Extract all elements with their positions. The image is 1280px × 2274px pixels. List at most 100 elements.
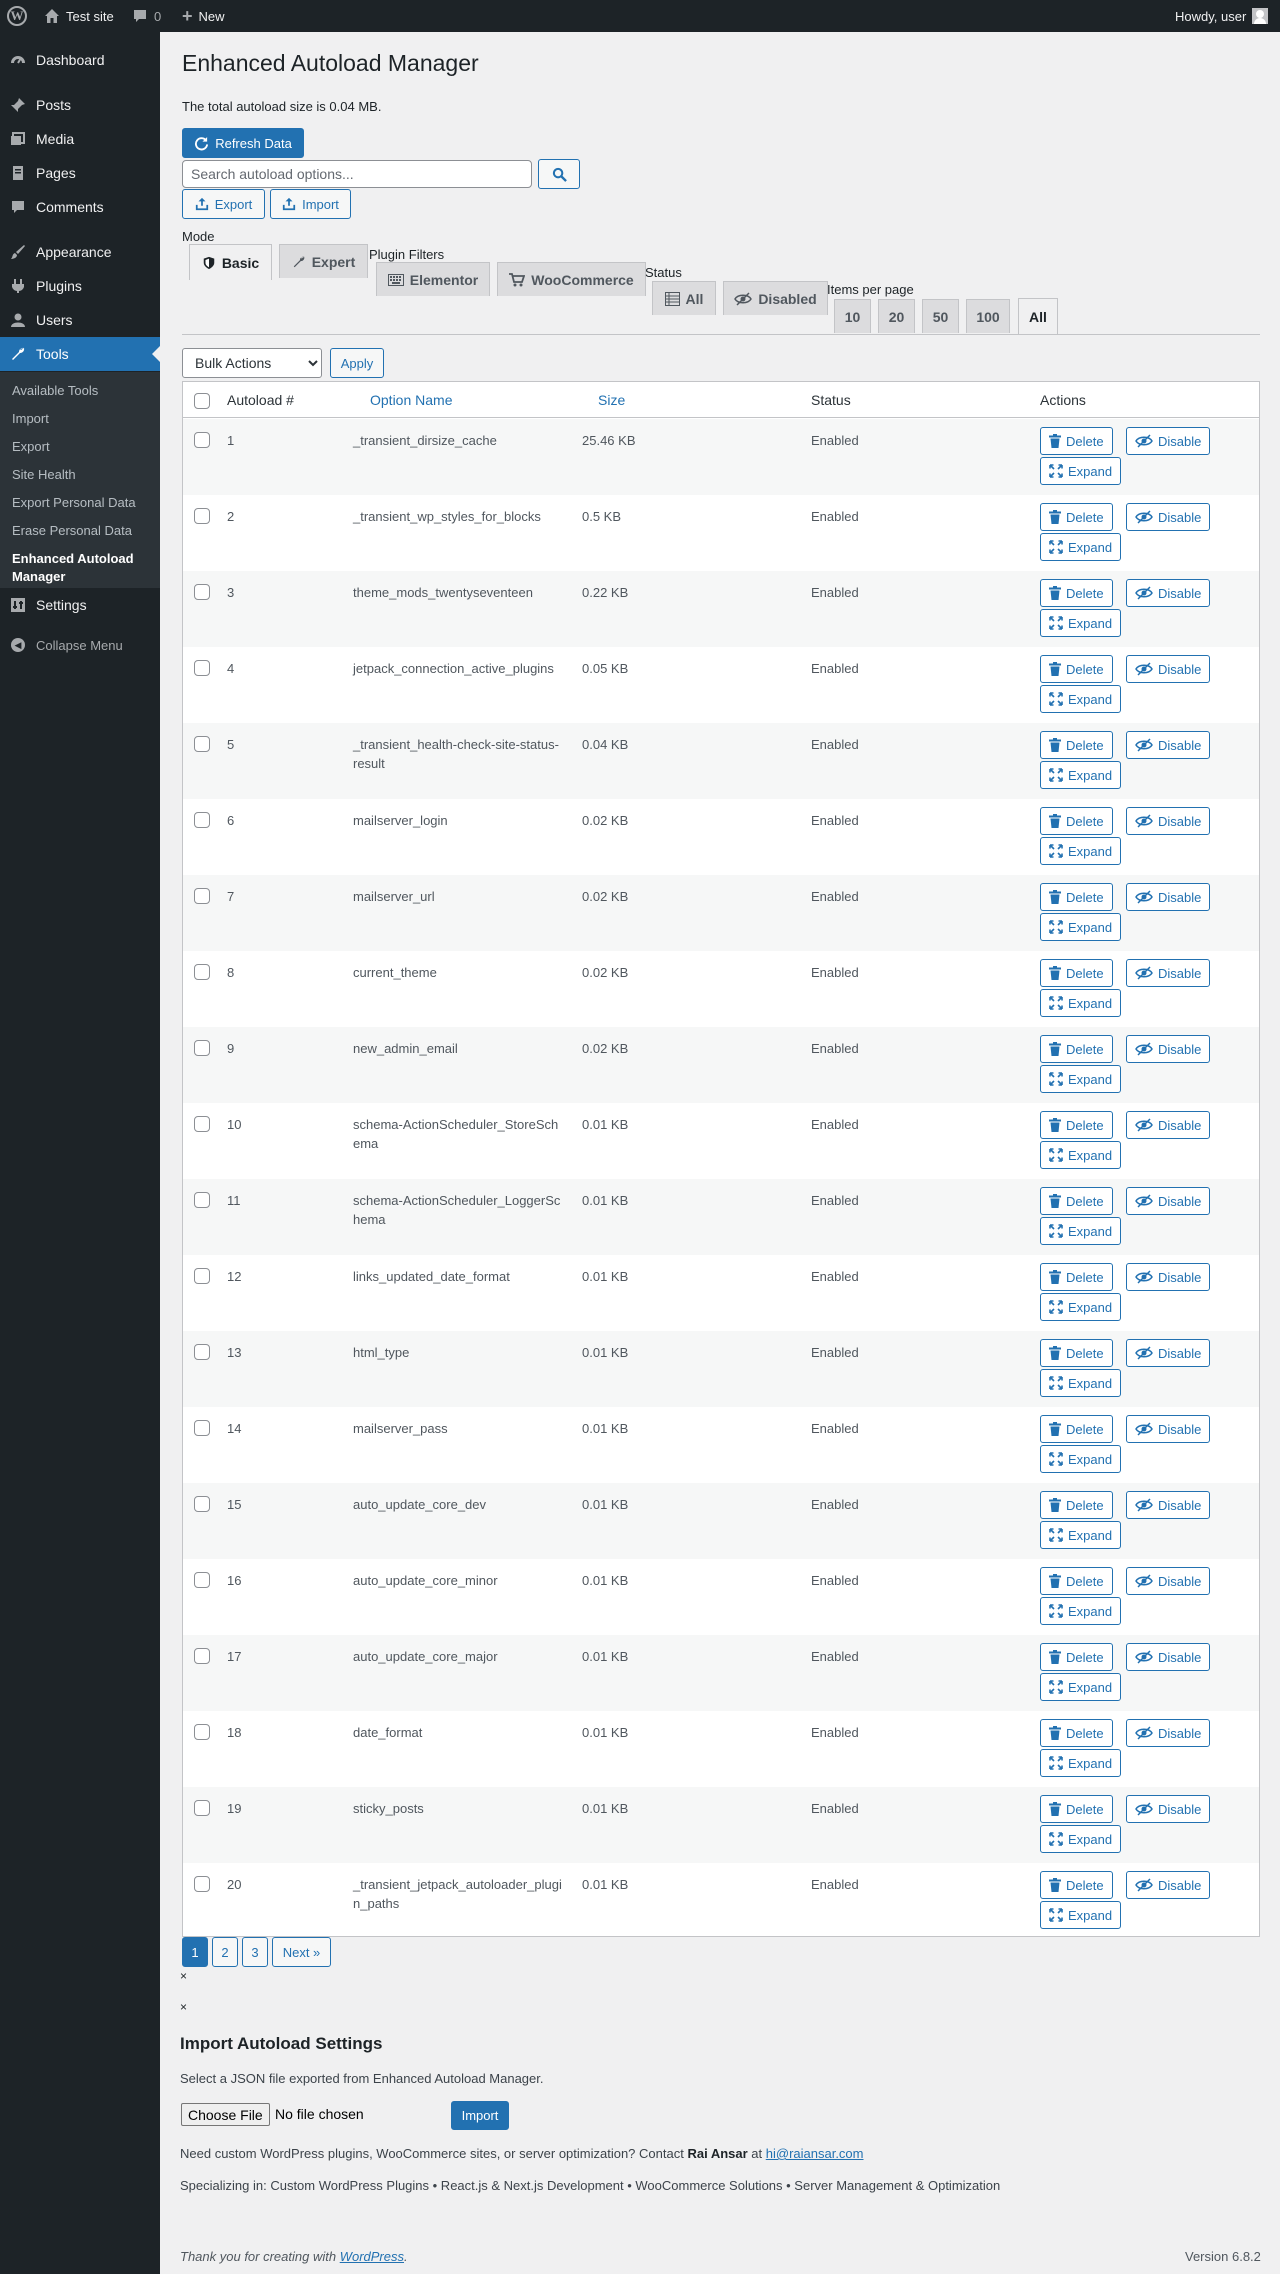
row-checkbox[interactable] — [194, 736, 210, 752]
menu-appearance[interactable]: Appearance — [0, 235, 160, 269]
export-button[interactable]: Export — [182, 189, 265, 219]
row-checkbox[interactable] — [194, 660, 210, 676]
disable-button[interactable]: Disable — [1126, 1643, 1211, 1671]
menu-users[interactable]: Users — [0, 303, 160, 337]
disable-button[interactable]: Disable — [1126, 1795, 1211, 1823]
close-icon[interactable]: × — [180, 1969, 187, 1983]
submenu-export-personal-data[interactable]: Export Personal Data — [12, 494, 152, 512]
disable-button[interactable]: Disable — [1126, 1111, 1211, 1139]
search-input[interactable] — [182, 160, 532, 188]
comments-link[interactable]: 0 — [132, 0, 161, 32]
row-checkbox[interactable] — [194, 584, 210, 600]
delete-button[interactable]: Delete — [1040, 1263, 1113, 1291]
expand-button[interactable]: Expand — [1040, 1065, 1122, 1093]
disable-button[interactable]: Disable — [1126, 1187, 1211, 1215]
expand-button[interactable]: Expand — [1040, 1141, 1122, 1169]
tab-mode-expert[interactable]: Expert — [279, 244, 368, 278]
expand-button[interactable]: Expand — [1040, 1597, 1122, 1625]
row-checkbox[interactable] — [194, 964, 210, 980]
disable-button[interactable]: Disable — [1126, 579, 1211, 607]
disable-button[interactable]: Disable — [1126, 1491, 1211, 1519]
submenu-enhanced-autoload-manager[interactable]: Enhanced Autoload Manager — [12, 550, 147, 586]
new-content-link[interactable]: + New — [182, 0, 225, 32]
expand-button[interactable]: Expand — [1040, 1445, 1122, 1473]
menu-tools[interactable]: Tools — [0, 337, 160, 371]
row-checkbox[interactable] — [194, 1572, 210, 1588]
disable-button[interactable]: Disable — [1126, 1035, 1211, 1063]
delete-button[interactable]: Delete — [1040, 1491, 1113, 1519]
page-2-button[interactable]: 2 — [212, 1937, 238, 1967]
row-checkbox[interactable] — [194, 1876, 210, 1892]
disable-button[interactable]: Disable — [1126, 1871, 1211, 1899]
expand-button[interactable]: Expand — [1040, 1369, 1122, 1397]
row-checkbox[interactable] — [194, 1268, 210, 1284]
row-checkbox[interactable] — [194, 1116, 210, 1132]
expand-button[interactable]: Expand — [1040, 1825, 1122, 1853]
wordpress-logo-icon[interactable]: W — [7, 0, 27, 32]
row-checkbox[interactable] — [194, 812, 210, 828]
row-checkbox[interactable] — [194, 1648, 210, 1664]
disable-button[interactable]: Disable — [1126, 1719, 1211, 1747]
expand-button[interactable]: Expand — [1040, 1749, 1122, 1777]
delete-button[interactable]: Delete — [1040, 1719, 1113, 1747]
import-file-button[interactable]: Import — [451, 2101, 509, 2130]
delete-button[interactable]: Delete — [1040, 731, 1113, 759]
disable-button[interactable]: Disable — [1126, 503, 1211, 531]
delete-button[interactable]: Delete — [1040, 1871, 1113, 1899]
disable-button[interactable]: Disable — [1126, 1415, 1211, 1443]
disable-button[interactable]: Disable — [1126, 1339, 1211, 1367]
delete-button[interactable]: Delete — [1040, 1187, 1113, 1215]
modal-close-icon[interactable]: × — [180, 2000, 187, 2014]
delete-button[interactable]: Delete — [1040, 1795, 1113, 1823]
delete-button[interactable]: Delete — [1040, 1567, 1113, 1595]
wordpress-link[interactable]: WordPress — [340, 2249, 404, 2264]
site-name-link[interactable]: Test site — [44, 0, 114, 32]
tab-plugin-woocommerce[interactable]: WooCommerce — [497, 262, 646, 296]
expand-button[interactable]: Expand — [1040, 533, 1122, 561]
delete-button[interactable]: Delete — [1040, 883, 1113, 911]
expand-button[interactable]: Expand — [1040, 1901, 1122, 1929]
collapse-menu-button[interactable]: ◀ Collapse Menu — [0, 628, 160, 662]
apply-button[interactable]: Apply — [330, 348, 384, 378]
tab-status-disabled[interactable]: Disabled — [723, 281, 828, 315]
row-checkbox[interactable] — [194, 1040, 210, 1056]
expand-button[interactable]: Expand — [1040, 1217, 1122, 1245]
tab-per-page-50[interactable]: 50 — [922, 299, 959, 333]
expand-button[interactable]: Expand — [1040, 685, 1122, 713]
column-size[interactable]: Size — [598, 392, 625, 408]
expand-button[interactable]: Expand — [1040, 837, 1122, 865]
row-checkbox[interactable] — [194, 1800, 210, 1816]
disable-button[interactable]: Disable — [1126, 427, 1211, 455]
delete-button[interactable]: Delete — [1040, 503, 1113, 531]
row-checkbox[interactable] — [194, 1496, 210, 1512]
refresh-data-button[interactable]: Refresh Data — [182, 128, 304, 158]
submenu-export[interactable]: Export — [12, 438, 152, 456]
expand-button[interactable]: Expand — [1040, 761, 1122, 789]
delete-button[interactable]: Delete — [1040, 1643, 1113, 1671]
row-checkbox[interactable] — [194, 508, 210, 524]
delete-button[interactable]: Delete — [1040, 807, 1113, 835]
delete-button[interactable]: Delete — [1040, 959, 1113, 987]
menu-posts[interactable]: Posts — [0, 88, 160, 122]
column-option-name[interactable]: Option Name — [370, 392, 452, 408]
bulk-actions-select[interactable]: Bulk Actions — [182, 348, 322, 378]
delete-button[interactable]: Delete — [1040, 655, 1113, 683]
tab-status-all[interactable]: All — [652, 281, 716, 315]
expand-button[interactable]: Expand — [1040, 1293, 1122, 1321]
delete-button[interactable]: Delete — [1040, 1035, 1113, 1063]
menu-comments[interactable]: Comments — [0, 190, 160, 224]
tab-per-page-all[interactable]: All — [1018, 298, 1058, 334]
search-button[interactable] — [538, 159, 580, 189]
menu-settings[interactable]: Settings — [0, 588, 160, 622]
tab-per-page-100[interactable]: 100 — [966, 299, 1010, 333]
disable-button[interactable]: Disable — [1126, 1567, 1211, 1595]
submenu-available-tools[interactable]: Available Tools — [12, 382, 152, 400]
menu-plugins[interactable]: Plugins — [0, 269, 160, 303]
menu-media[interactable]: Media — [0, 122, 160, 156]
account-menu[interactable]: Howdy, user — [1175, 0, 1269, 32]
tab-plugin-elementor[interactable]: Elementor — [376, 262, 490, 296]
disable-button[interactable]: Disable — [1126, 731, 1211, 759]
menu-dashboard[interactable]: Dashboard — [0, 43, 160, 77]
disable-button[interactable]: Disable — [1126, 883, 1211, 911]
submenu-import[interactable]: Import — [12, 410, 152, 428]
